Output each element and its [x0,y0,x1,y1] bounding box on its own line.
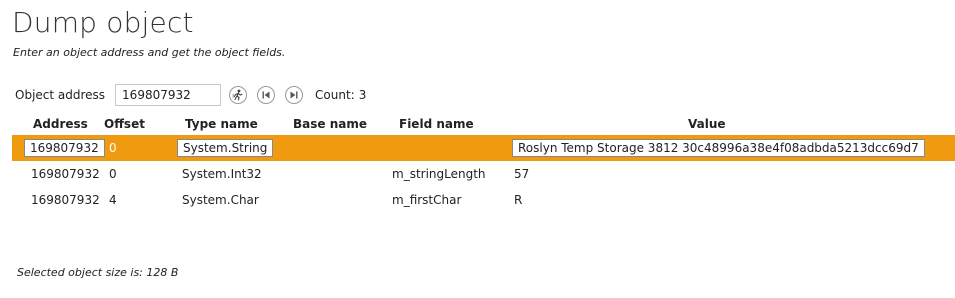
address-input[interactable] [115,84,222,106]
first-record-button[interactable] [257,86,276,104]
column-header-value[interactable]: Value [688,113,726,135]
page-title: Dump object [12,6,194,39]
cell-type-name[interactable]: System.Char [182,187,259,213]
page-subtitle: Enter an object address and get the obje… [13,46,286,59]
cell-field-name[interactable]: m_firstChar [392,187,461,213]
table-header: Address Offset Type name Base name Field… [12,113,955,135]
dump-run-button[interactable] [229,86,248,104]
cell-value[interactable]: 57 [514,161,529,187]
cell-type-name[interactable]: System.Int32 [182,161,262,187]
address-label: Object address [15,88,106,102]
count-value: 3 [358,88,367,102]
cell-address[interactable]: 169807932 [31,187,100,213]
column-header-base-name[interactable]: Base name [293,113,367,135]
cell-offset[interactable]: 0 [109,135,117,161]
cell-value[interactable]: Roslyn Temp Storage 3812 30c48996a38e4f0… [512,135,925,161]
fields-table: Address Offset Type name Base name Field… [12,113,955,213]
cell-type-name[interactable]: System.String [177,135,274,161]
table-row[interactable]: 169807932 0 System.Int32 m_stringLength … [12,161,955,187]
cell-offset[interactable]: 0 [109,161,117,187]
toolbar: Object address Count: 3 [15,83,366,107]
table-row[interactable]: 169807932 0 System.String Roslyn Temp St… [12,135,955,161]
table-row[interactable]: 169807932 4 System.Char m_firstChar R [12,187,955,213]
first-record-icon [262,91,270,99]
count-display: Count: 3 [315,88,366,102]
cell-address[interactable]: 169807932 [24,135,105,161]
column-header-address[interactable]: Address [33,113,88,135]
last-record-button[interactable] [285,86,304,104]
cell-offset[interactable]: 4 [109,187,117,213]
column-header-type-name[interactable]: Type name [185,113,258,135]
cell-field-name[interactable]: m_stringLength [392,161,486,187]
last-record-icon [290,91,298,99]
dump-run-icon [232,89,243,101]
cell-address[interactable]: 169807932 [31,161,100,187]
object-size-status: Selected object size is: 128 B [17,266,179,279]
count-label: Count: [315,88,355,102]
column-header-offset[interactable]: Offset [104,113,145,135]
column-header-field-name[interactable]: Field name [399,113,474,135]
cell-value[interactable]: R [514,187,522,213]
